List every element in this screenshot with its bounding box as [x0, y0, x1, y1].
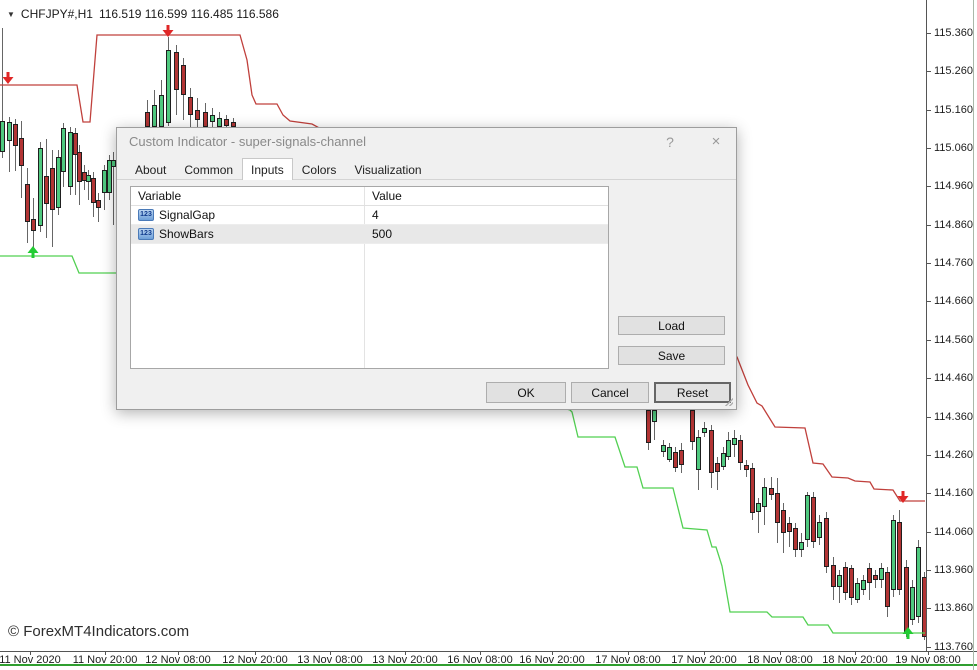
price-axis-tick [927, 340, 931, 341]
custom-indicator-dialog: Custom Indicator - super-signals-channel… [116, 127, 737, 410]
param-name: ShowBars [159, 227, 214, 241]
price-axis-tick [927, 647, 931, 648]
price-axis-tick [927, 455, 931, 456]
price-axis-label: 114.760 [934, 257, 973, 269]
sell-arrow-icon [3, 72, 14, 84]
param-name: SignalGap [159, 208, 215, 222]
price-axis-tick [927, 110, 931, 111]
ok-button[interactable]: OK [486, 382, 566, 403]
price-axis-tick [927, 148, 931, 149]
window-bottom-border [0, 664, 977, 666]
price-axis-tick [927, 570, 931, 571]
mt4-chart-window: 115.360 115.260 115.160 115.060 114.960 114.8… [0, 0, 977, 670]
column-header-value: Value [364, 189, 402, 203]
price-axis-label: 114.660 [934, 295, 973, 307]
numeric-parameter-icon: 123 [138, 209, 154, 221]
save-button[interactable]: Save [618, 346, 725, 365]
chevron-down-icon[interactable]: ▼ [7, 10, 15, 19]
symbol-label: ▼ CHFJPY#,H1 116.519 116.599 116.485 116… [7, 7, 279, 21]
price-axis-label: 115.260 [934, 65, 973, 77]
price-axis-tick [927, 378, 931, 379]
help-icon[interactable]: ? [660, 132, 680, 152]
tab-inputs[interactable]: Inputs [242, 158, 293, 180]
price-axis-tick [927, 532, 931, 533]
price-axis-line [926, 0, 927, 652]
numeric-parameter-icon: 123 [138, 228, 154, 240]
cancel-button[interactable]: Cancel [571, 382, 649, 403]
tab-about[interactable]: About [126, 159, 175, 180]
symbol-ohlc-quote: 116.519 116.599 116.485 116.586 [99, 7, 279, 21]
price-axis-label: 114.060 [934, 526, 973, 538]
buy-arrow-icon [903, 627, 914, 639]
table-row-signalgap[interactable]: 123 SignalGap 4 [131, 206, 608, 225]
window-right-border [973, 0, 974, 670]
tab-colors[interactable]: Colors [293, 159, 346, 180]
column-header-variable: Variable [131, 189, 364, 203]
price-axis-label: 114.360 [934, 411, 973, 423]
price-axis-tick [927, 301, 931, 302]
inputs-table: Variable Value 123 SignalGap 4 123 ShowB… [130, 186, 609, 369]
price-axis-label: 113.860 [934, 602, 973, 614]
dialog-title: Custom Indicator - super-signals-channel [129, 134, 366, 149]
price-axis-label: 114.960 [934, 180, 973, 192]
symbol-name: CHFJPY#,H1 [21, 7, 93, 21]
tab-visualization[interactable]: Visualization [345, 159, 430, 180]
dialog-tabstrip: About Common Inputs Colors Visualization [117, 161, 736, 180]
price-axis-tick [927, 263, 931, 264]
price-axis-tick [927, 608, 931, 609]
price-axis-tick [927, 71, 931, 72]
price-axis-tick [927, 493, 931, 494]
param-value[interactable]: 500 [364, 227, 392, 241]
price-axis-tick [927, 33, 931, 34]
tab-common[interactable]: Common [175, 159, 242, 180]
dialog-titlebar[interactable]: Custom Indicator - super-signals-channel… [117, 128, 736, 155]
price-axis-label: 114.860 [934, 219, 973, 231]
table-header-row: Variable Value [131, 187, 608, 206]
price-axis-label: 115.160 [934, 104, 973, 116]
price-axis-label: 114.260 [934, 449, 973, 461]
price-axis-label: 114.460 [934, 372, 973, 384]
reset-button[interactable]: Reset [654, 382, 731, 403]
param-value[interactable]: 4 [364, 208, 379, 222]
table-row-showbars[interactable]: 123 ShowBars 500 [131, 225, 608, 244]
price-axis-label: 115.060 [934, 142, 973, 154]
price-axis-label: 114.160 [934, 487, 973, 499]
watermark: © ForexMT4Indicators.com [8, 623, 189, 640]
price-axis-label: 113.960 [934, 564, 973, 576]
close-icon[interactable]: × [706, 132, 726, 152]
price-axis-tick [927, 225, 931, 226]
load-button[interactable]: Load [618, 316, 725, 335]
price-axis-tick [927, 186, 931, 187]
price-axis-label: 114.560 [934, 334, 973, 346]
price-axis-label: 115.360 [934, 27, 973, 39]
time-axis-line [0, 651, 977, 652]
price-axis-tick [927, 417, 931, 418]
resize-grip[interactable] [725, 398, 733, 406]
